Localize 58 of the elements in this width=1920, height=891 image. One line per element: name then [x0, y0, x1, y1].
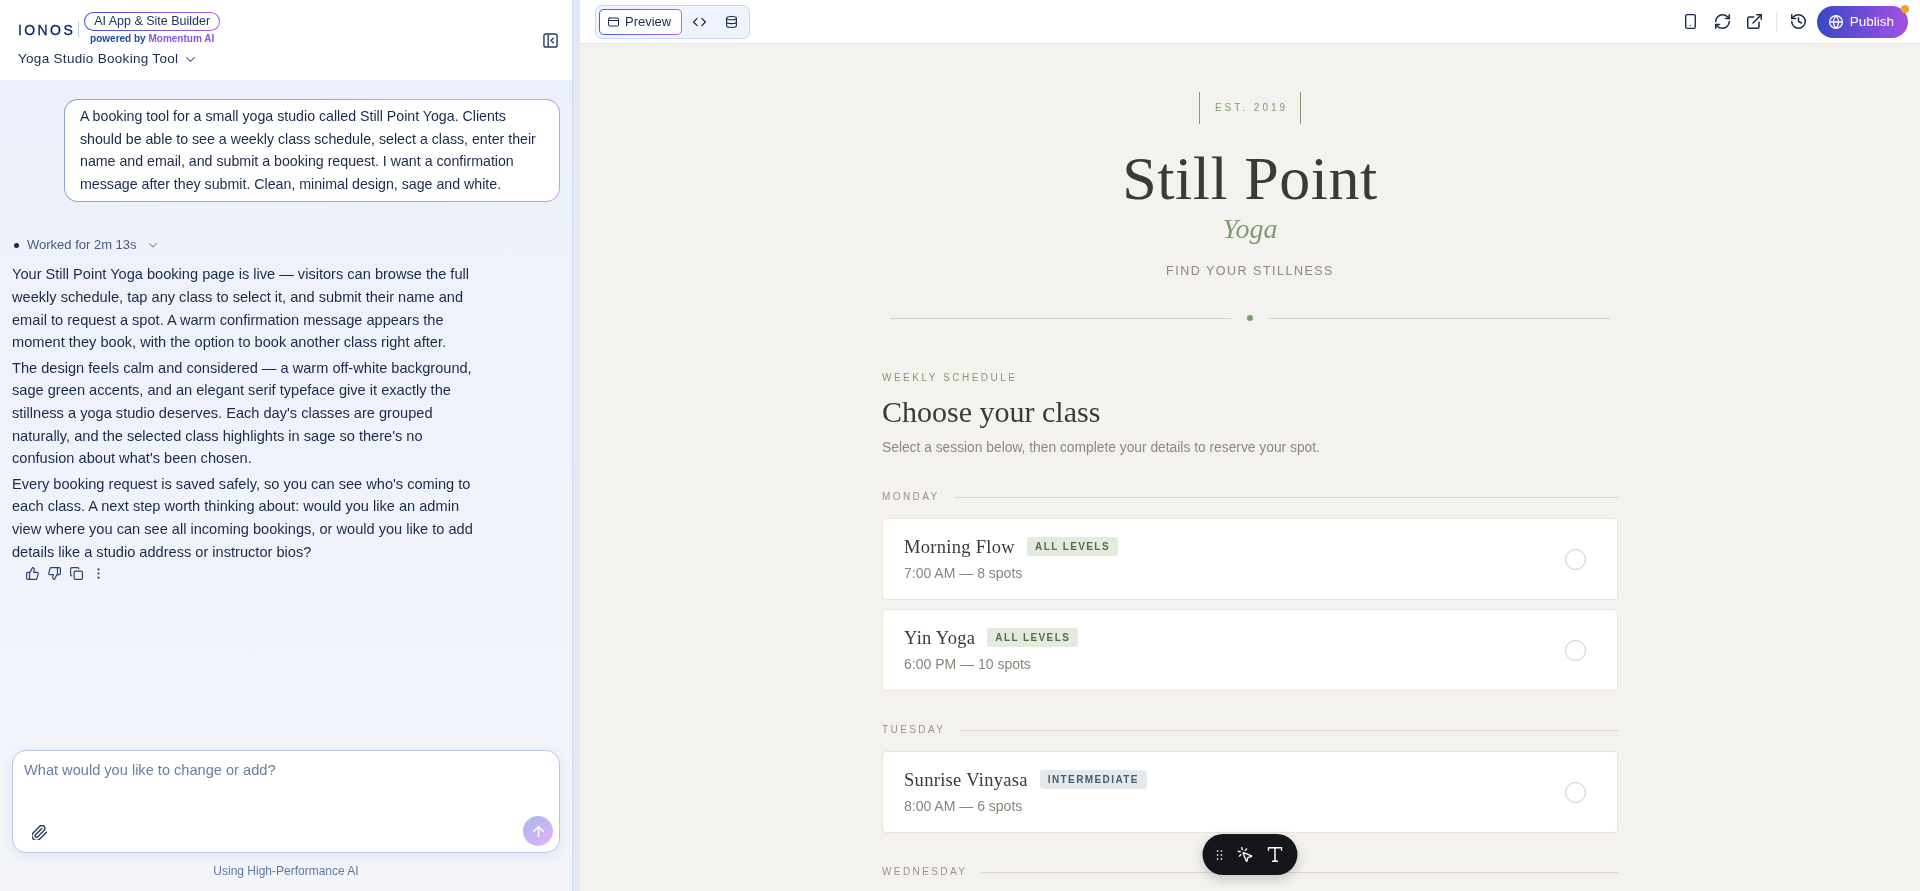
- copy-icon[interactable]: [70, 567, 83, 581]
- message-composer[interactable]: What would you like to change or add?: [12, 750, 560, 853]
- established-label: EST. 2019: [1198, 92, 1302, 124]
- divider-dot-icon: [1247, 315, 1253, 321]
- thumbs-down-icon[interactable]: [48, 567, 61, 581]
- day-label: WEDNESDAY: [882, 866, 968, 878]
- work-status-toggle[interactable]: Worked for 2m 13s: [12, 236, 157, 255]
- drag-handle-icon[interactable]: [1216, 849, 1223, 860]
- section-heading: Choose your class: [882, 394, 1101, 430]
- tagline-text: FIND YOUR STILLNESS: [1166, 263, 1334, 279]
- class-name: Morning Flow: [904, 535, 1015, 558]
- globe-icon: [1828, 14, 1843, 29]
- class-details: 6:00 PM — 10 spots: [904, 654, 1031, 674]
- class-name: Sunrise Vinyasa: [904, 768, 1028, 791]
- text-tool-icon[interactable]: [1267, 847, 1283, 862]
- project-title-dropdown[interactable]: Yoga Studio Booking Tool: [18, 50, 196, 68]
- class-name: Yin Yoga: [904, 626, 976, 649]
- thumbs-up-icon[interactable]: [26, 567, 39, 581]
- product-badge: AI App & Site Builder: [84, 12, 221, 31]
- class-card[interactable]: Morning Flow ALL LEVELS 7:00 AM — 8 spots: [882, 518, 1618, 600]
- site-subtitle: Yoga: [1222, 212, 1278, 246]
- class-card[interactable]: Yin Yoga ALL LEVELS 6:00 PM — 10 spots: [882, 609, 1618, 691]
- class-details: 8:00 AM — 6 spots: [904, 796, 1023, 816]
- site-title: Still Point: [1122, 146, 1378, 210]
- message-input-field[interactable]: What would you like to change or add?: [24, 760, 547, 800]
- class-details: 7:00 AM — 8 spots: [904, 563, 1023, 583]
- history-icon[interactable]: [1790, 14, 1806, 29]
- level-tag: ALL LEVELS: [1027, 537, 1118, 556]
- assistant-paragraph: Every booking request is saved safely, so you can see who's coming to each class. A next step worth thinking about: would you like an admin view where you can see all incoming bookings, or would you like to add details like a studio address or instructor bios?: [12, 474, 474, 562]
- arrow-up-icon: [532, 825, 544, 837]
- refresh-icon[interactable]: [1714, 14, 1730, 29]
- day-label: MONDAY: [882, 491, 940, 503]
- code-icon: [693, 15, 707, 28]
- cursor-click-icon[interactable]: [1237, 847, 1253, 862]
- model-info-text: Using High-Performance AI: [213, 863, 359, 879]
- collapse-sidebar-icon[interactable]: [543, 32, 558, 48]
- level-tag: INTERMEDIATE: [1039, 770, 1147, 789]
- preview-view-tab[interactable]: Preview: [599, 8, 683, 35]
- ionos-logo: IONOS: [18, 23, 76, 37]
- external-link-icon[interactable]: [1746, 14, 1762, 29]
- user-message-bubble: A booking tool for a small yoga studio called Still Point Yoga. Clients should be able to see a weekly class schedule, select a class, enter their name and email, and submit a booking request. I want a confirmation message after they submit. Clean, minimal design, sage and white.: [64, 99, 560, 203]
- level-tag: ALL LEVELS: [987, 628, 1079, 647]
- section-intro: Select a session below, then complete your details to reserve your spot.: [882, 439, 1320, 457]
- publish-button[interactable]: Publish: [1816, 5, 1908, 38]
- app-window-icon: [608, 16, 619, 27]
- paperclip-icon[interactable]: [32, 825, 47, 840]
- class-card[interactable]: Sunrise Vinyasa INTERMEDIATE 8:00 AM — 6 spots: [882, 751, 1618, 833]
- panel-resize-handle[interactable]: [572, 0, 580, 891]
- assistant-paragraph: The design feels calm and considered — a warm off-white background, sage green accents, and an elegant serif typeface give it exactly the stillness a yoga studio deserves. Each day's classes are grouped naturally, and the selected class highlights in sage so there's no confusion about what's been chosen.: [12, 358, 473, 469]
- powered-by-text: powered by Momentum AI: [90, 32, 215, 45]
- day-label: TUESDAY: [882, 724, 946, 736]
- assistant-paragraph: Your Still Point Yoga booking page is live — visitors can browse the full weekly schedule, tap any class to select it, and submit their name and email to request a spot. A warm confirmation message appears the moment they book, with the option to book another class right after.: [12, 265, 470, 353]
- more-options-icon[interactable]: [97, 568, 100, 580]
- chevron-down-icon: [186, 56, 196, 62]
- section-eyebrow: WEEKLY SCHEDULE: [882, 372, 1018, 384]
- status-dot-icon: [14, 242, 19, 248]
- phone-icon[interactable]: [1682, 14, 1698, 29]
- database-icon: [725, 15, 739, 28]
